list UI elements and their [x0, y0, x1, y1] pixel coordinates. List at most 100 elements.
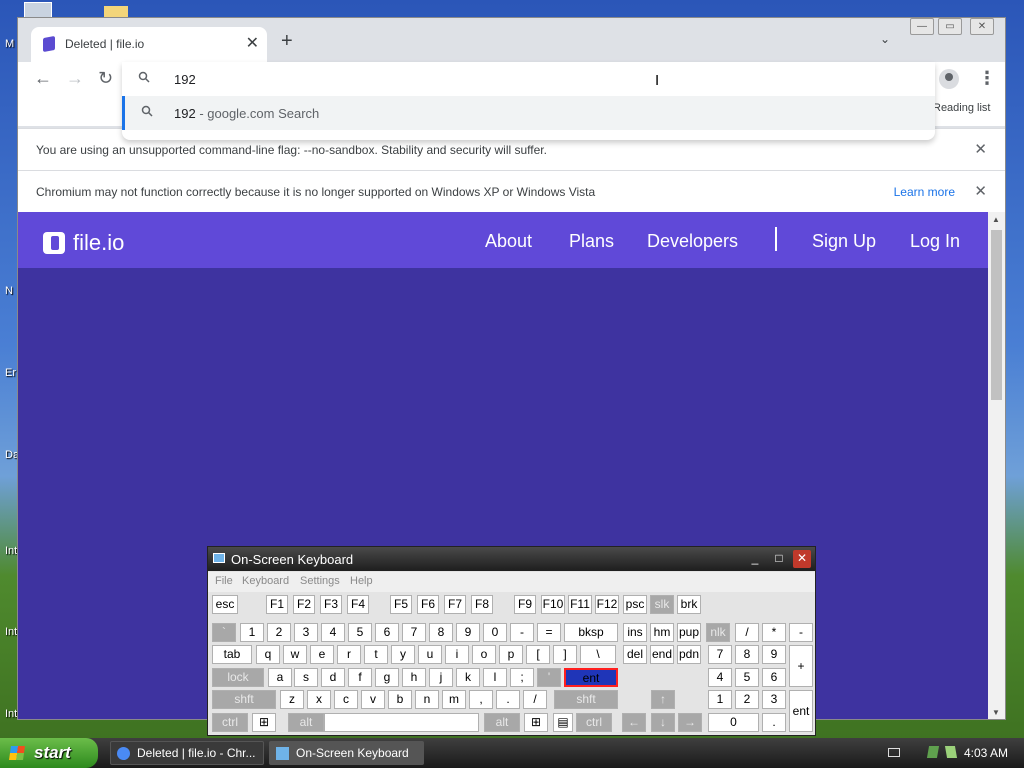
osk-key[interactable]: e: [310, 645, 334, 664]
osk-key[interactable]: ⊞: [524, 713, 548, 732]
osk-key[interactable]: hm: [650, 623, 674, 642]
osk-key[interactable]: x: [307, 690, 331, 709]
osk-key[interactable]: ': [537, 668, 561, 687]
osk-key[interactable]: b: [388, 690, 412, 709]
osk-key[interactable]: t: [364, 645, 388, 664]
restore-button[interactable]: ▭: [938, 18, 962, 35]
minimize-button[interactable]: —: [910, 18, 934, 35]
close-window-button[interactable]: ✕: [970, 18, 994, 35]
osk-key[interactable]: brk: [677, 595, 701, 614]
osk-key[interactable]: F10: [541, 595, 565, 614]
osk-key[interactable]: h: [402, 668, 426, 687]
scrollbar-thumb[interactable]: [991, 230, 1002, 400]
osk-key[interactable]: /: [523, 690, 547, 709]
osk-key[interactable]: 0: [708, 713, 759, 732]
forward-icon[interactable]: →: [66, 68, 84, 89]
osk-key[interactable]: l: [483, 668, 507, 687]
osk-menu-keyboard[interactable]: Keyboard: [242, 575, 289, 587]
osk-key[interactable]: 3: [294, 623, 318, 642]
osk-key[interactable]: 6: [762, 668, 786, 687]
osk-key[interactable]: 5: [348, 623, 372, 642]
osk-key[interactable]: -: [789, 623, 813, 642]
osk-key[interactable]: [: [526, 645, 550, 664]
osk-key[interactable]: psc: [623, 595, 647, 614]
site-logo[interactable]: file.io: [43, 230, 124, 256]
osk-key[interactable]: shft: [212, 690, 276, 709]
osk-key[interactable]: =: [537, 623, 561, 642]
osk-key[interactable]: *: [762, 623, 786, 642]
osk-key[interactable]: s: [294, 668, 318, 687]
osk-key[interactable]: +: [789, 645, 813, 687]
osk-key[interactable]: k: [456, 668, 480, 687]
osk-key[interactable]: F6: [417, 595, 439, 614]
osk-key[interactable]: y: [391, 645, 415, 664]
osk-key[interactable]: esc: [212, 595, 238, 614]
osk-key[interactable]: ↑: [651, 690, 675, 709]
osk-key[interactable]: i: [445, 645, 469, 664]
osk-key[interactable]: 4: [321, 623, 345, 642]
osk-key[interactable]: ▤: [553, 713, 573, 732]
osk-key[interactable]: 9: [456, 623, 480, 642]
osk-key[interactable]: nlk: [706, 623, 730, 642]
osk-key[interactable]: m: [442, 690, 466, 709]
osk-key[interactable]: del: [623, 645, 647, 664]
osk-key[interactable]: j: [429, 668, 453, 687]
osk-close-button[interactable]: ✕: [793, 550, 811, 568]
osk-key[interactable]: 7: [402, 623, 426, 642]
osk-key[interactable]: p: [499, 645, 523, 664]
osk-key[interactable]: ↓: [651, 713, 675, 732]
osk-key[interactable]: alt: [484, 713, 520, 732]
osk-key[interactable]: .: [496, 690, 520, 709]
osk-key[interactable]: c: [334, 690, 358, 709]
osk-key[interactable]: F5: [390, 595, 412, 614]
osk-key[interactable]: ]: [553, 645, 577, 664]
osk-key[interactable]: z: [280, 690, 304, 709]
scroll-down-icon[interactable]: ▼: [992, 708, 1000, 717]
page-scrollbar[interactable]: ▲ ▼: [988, 212, 1005, 719]
network-tray-icon[interactable]: [926, 746, 940, 758]
volume-tray-icon[interactable]: [944, 746, 958, 758]
osk-key[interactable]: d: [321, 668, 345, 687]
osk-key[interactable]: F12: [595, 595, 619, 614]
osk-key[interactable]: ctrl: [576, 713, 612, 732]
osk-key[interactable]: F11: [568, 595, 592, 614]
suggestion-item[interactable]: 192 - google.com Search: [122, 96, 935, 130]
osk-menu-help[interactable]: Help: [350, 575, 373, 587]
osk-key[interactable]: F8: [471, 595, 493, 614]
osk-key[interactable]: g: [375, 668, 399, 687]
osk-key[interactable]: lock: [212, 668, 264, 687]
osk-key[interactable]: 8: [429, 623, 453, 642]
nav-signup-link[interactable]: Sign Up: [812, 231, 876, 252]
task-chromium[interactable]: Deleted | file.io - Chr...: [110, 741, 264, 765]
osk-key[interactable]: a: [268, 668, 292, 687]
osk-key[interactable]: tab: [212, 645, 252, 664]
osk-key[interactable]: n: [415, 690, 439, 709]
osk-key[interactable]: end: [650, 645, 674, 664]
osk-key[interactable]: 2: [735, 690, 759, 709]
osk-key[interactable]: F9: [514, 595, 536, 614]
osk-maximize-button[interactable]: □: [770, 550, 788, 568]
osk-key[interactable]: -: [510, 623, 534, 642]
osk-key[interactable]: ent: [789, 690, 813, 732]
osk-key[interactable]: F1: [266, 595, 288, 614]
osk-key[interactable]: 6: [375, 623, 399, 642]
tab-active[interactable]: Deleted | file.io ✕: [31, 27, 267, 62]
osk-key[interactable]: w: [283, 645, 307, 664]
profile-avatar-icon[interactable]: [939, 69, 959, 89]
address-input[interactable]: [174, 68, 774, 90]
osk-menu-settings[interactable]: Settings: [300, 575, 340, 587]
osk-key[interactable]: ent: [564, 668, 618, 687]
osk-key[interactable]: ⊞: [252, 713, 276, 732]
osk-key[interactable]: f: [348, 668, 372, 687]
reload-icon[interactable]: ↻: [98, 68, 113, 89]
osk-key[interactable]: r: [337, 645, 361, 664]
new-tab-button[interactable]: +: [281, 30, 293, 53]
osk-key[interactable]: →: [678, 713, 702, 732]
nav-about-link[interactable]: About: [485, 231, 532, 252]
osk-key[interactable]: \: [580, 645, 616, 664]
osk-menu-file[interactable]: File: [215, 575, 233, 587]
osk-key[interactable]: 8: [735, 645, 759, 664]
osk-key[interactable]: pup: [677, 623, 701, 642]
nav-login-link[interactable]: Log In: [910, 231, 960, 252]
close-icon[interactable]: ✕: [974, 140, 987, 158]
